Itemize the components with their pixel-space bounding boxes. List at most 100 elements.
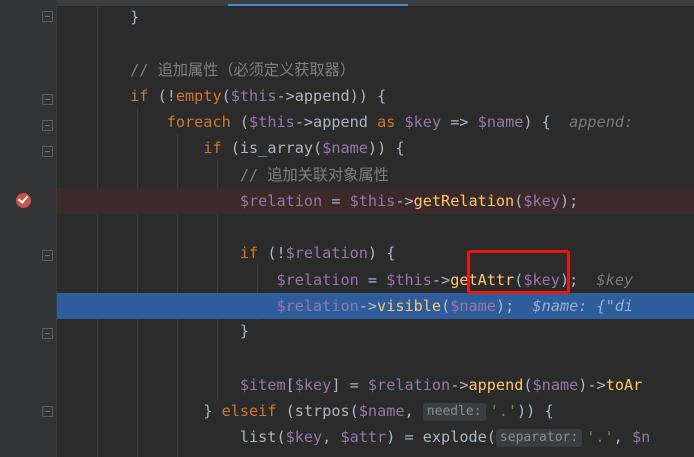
variable-token: $name <box>477 113 524 131</box>
code-token: list( <box>239 428 286 446</box>
variable-token: $relation <box>276 271 359 289</box>
code-token: => <box>441 113 478 131</box>
code-token: )) { <box>367 139 405 157</box>
parameter-hint: separator: <box>495 429 583 447</box>
code-token: )) { <box>517 402 554 420</box>
code-line[interactable]: } elseif (strpos($name, needle: '.')) { <box>57 398 694 424</box>
code-token: [ <box>285 376 295 394</box>
code-token: )-> <box>578 376 606 394</box>
checkmark-icon <box>17 193 29 204</box>
code-token: ) = explode( <box>386 428 496 446</box>
code-line[interactable]: $item[$key] = $relation->append($name)->… <box>57 372 694 398</box>
code-token: -> <box>395 192 414 210</box>
code-token: = <box>322 192 350 210</box>
code-token: ); <box>559 192 579 210</box>
keyword-token: as <box>377 113 396 131</box>
function-token: toAr <box>605 376 643 394</box>
code-comment: // 追加关联对象属性 <box>239 166 389 184</box>
variable-token: $this <box>230 87 277 105</box>
variable-token: $this <box>249 113 295 131</box>
code-token: ( <box>514 192 524 210</box>
variable-token: $this <box>349 192 396 210</box>
variable-token: $attr <box>340 428 387 446</box>
code-token: ( <box>523 376 533 394</box>
variable-token: $key <box>404 113 442 131</box>
variable-token: $name <box>358 402 405 420</box>
debug-inline-value: $name: {"di <box>532 297 634 315</box>
code-token: = <box>358 271 387 289</box>
fold-marker-icon[interactable] <box>42 328 53 339</box>
function-token: append <box>468 376 524 394</box>
variable-token: $key <box>285 428 323 446</box>
variable-token: $name <box>322 139 368 157</box>
code-token: } <box>203 402 222 420</box>
code-comment: // 追加属性（必须定义获取器） <box>130 61 356 79</box>
keyword-token: elseif <box>221 402 277 420</box>
code-line[interactable]: // 追加属性（必须定义获取器） <box>57 57 694 83</box>
code-line[interactable]: $relation = $this->getRelation($key); <box>57 188 694 214</box>
code-line[interactable]: $relation->visible($name); $name: {"di <box>57 293 694 319</box>
code-token: ( <box>230 113 250 131</box>
keyword-token: if <box>203 139 222 157</box>
code-token: -> <box>358 297 378 315</box>
variable-token: $n <box>631 428 651 446</box>
code-token: ) { <box>367 244 396 262</box>
fold-marker-icon[interactable] <box>42 406 53 417</box>
keyword-token: if <box>130 87 149 105</box>
function-token: getRelation <box>413 192 515 210</box>
code-token: (! <box>258 244 286 262</box>
debug-inline-value: $key <box>596 271 634 289</box>
code-token: -> <box>431 271 451 289</box>
variable-token: $name <box>450 297 496 315</box>
fold-marker-icon[interactable] <box>42 120 53 131</box>
string-token: '.' <box>586 428 614 446</box>
code-token: (! <box>148 87 176 105</box>
code-token: ) { <box>523 113 551 131</box>
annotation-highlight-box <box>467 250 570 294</box>
code-token: (is_array( <box>221 139 323 157</box>
variable-token: $this <box>386 271 432 289</box>
fold-marker-icon[interactable] <box>42 11 53 22</box>
code-token: ] = <box>331 376 368 394</box>
code-line[interactable]: if (!$relation) { <box>57 240 694 266</box>
code-token: ->append)) { <box>276 87 387 105</box>
keyword-token: foreach <box>166 113 231 131</box>
code-line[interactable]: foreach ($this->append as $key => $name)… <box>57 109 694 135</box>
keyword-token: empty <box>175 87 222 105</box>
code-line[interactable]: $relation = $this->getAttr($key); $key <box>57 267 694 293</box>
fold-marker-icon[interactable] <box>42 146 53 157</box>
code-token: ->append <box>294 113 378 131</box>
fold-marker-icon[interactable] <box>42 250 53 261</box>
parameter-hint: needle: <box>422 403 486 421</box>
code-line[interactable]: list($key, $attr) = explode(separator: '.… <box>57 424 694 450</box>
closing-brace: } <box>130 8 140 26</box>
function-token: visible <box>377 297 442 315</box>
fold-marker-icon[interactable] <box>42 94 53 105</box>
code-line[interactable]: } <box>57 4 694 30</box>
code-line[interactable]: } <box>57 318 694 344</box>
debug-inline-value: append: <box>569 113 643 131</box>
code-token: , <box>322 428 341 446</box>
variable-token: $name <box>532 376 579 394</box>
code-token: (strpos( <box>276 402 359 420</box>
code-token: ); <box>495 297 515 315</box>
string-token: '.' <box>489 402 518 420</box>
code-token: , <box>613 428 632 446</box>
variable-token: $relation <box>285 244 368 262</box>
variable-token: $relation <box>367 376 451 394</box>
code-token: -> <box>450 376 469 394</box>
code-line[interactable]: // 追加关联对象属性 <box>57 162 694 188</box>
code-line[interactable]: if (is_array($name)) { <box>57 135 694 161</box>
breakpoint-check-icon[interactable] <box>16 193 31 208</box>
variable-token: $relation <box>239 192 323 210</box>
code-token: , <box>404 402 423 420</box>
variable-token: $key <box>294 376 332 394</box>
variable-token: $relation <box>276 297 359 315</box>
variable-token: $item <box>239 376 286 394</box>
keyword-token: if <box>239 244 259 262</box>
code-token: ( <box>221 87 231 105</box>
code-line[interactable]: if (!empty($this->append)) { <box>57 83 694 109</box>
editor-gutter[interactable] <box>0 0 56 457</box>
closing-brace: } <box>239 322 250 340</box>
